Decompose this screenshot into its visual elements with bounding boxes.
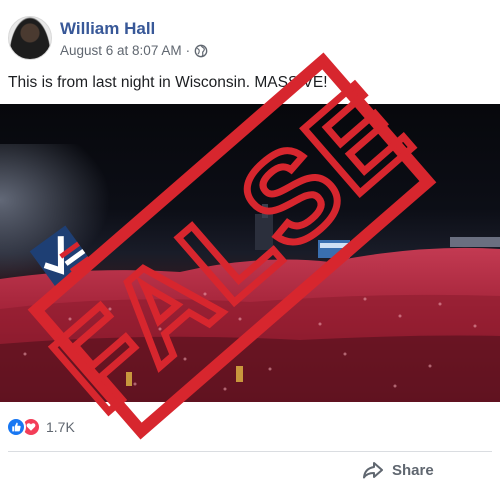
globe-icon <box>194 44 208 57</box>
like-icon <box>6 417 26 437</box>
post-photo[interactable] <box>0 104 500 402</box>
stage-sign <box>318 240 350 258</box>
post-meta: August 6 at 8:07 AM · <box>60 43 208 58</box>
post-timestamp[interactable]: August 6 at 8:07 AM <box>60 43 182 58</box>
author-name[interactable]: William Hall <box>60 19 155 39</box>
facebook-post: William Hall August 6 at 8:07 AM · This … <box>0 0 500 500</box>
share-button[interactable]: Share <box>362 461 434 479</box>
author-avatar[interactable] <box>8 16 52 60</box>
post-text: This is from last night in Wisconsin. MA… <box>8 74 328 91</box>
rally-crowd-image <box>0 144 500 402</box>
share-label: Share <box>392 461 434 479</box>
share-arrow-icon <box>363 462 383 479</box>
reaction-summary[interactable]: 1.7K <box>6 417 75 437</box>
actions-divider <box>8 451 492 452</box>
reaction-count: 1.7K <box>46 419 75 435</box>
meta-separator: · <box>185 43 191 58</box>
